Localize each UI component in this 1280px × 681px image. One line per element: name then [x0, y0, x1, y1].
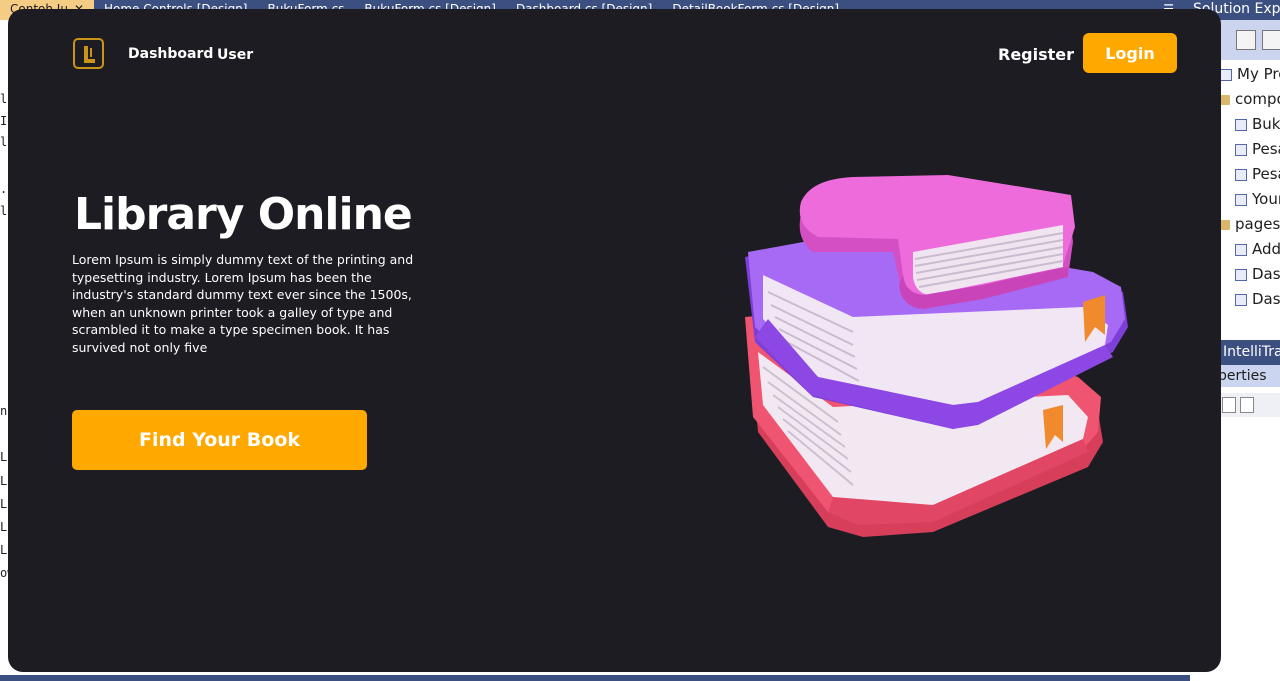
solution-tree-label: Add	[1252, 240, 1280, 258]
nav-user-link[interactable]: User	[217, 47, 253, 63]
library-app-window: Dashboard User Register Login Library On…	[8, 9, 1221, 672]
file-icon	[1235, 293, 1247, 306]
find-your-book-button[interactable]: Find Your Book	[72, 410, 367, 470]
solution-tree-label: Dash	[1252, 265, 1280, 283]
solution-tree-label: Buku	[1252, 115, 1280, 133]
category-icon[interactable]	[1240, 397, 1254, 413]
library-logo-icon[interactable]	[73, 38, 104, 69]
file-icon	[1235, 193, 1247, 206]
solution-tree-label: Pesa	[1252, 165, 1280, 183]
file-icon	[1235, 243, 1247, 256]
solution-tree-label: Your	[1252, 190, 1280, 208]
refresh-icon[interactable]	[1262, 30, 1280, 50]
solution-tree-label: compo	[1235, 90, 1280, 108]
solution-tree-label: Dash	[1252, 290, 1280, 308]
hero-description: Lorem Ipsum is simply dummy text of the …	[72, 252, 414, 355]
stacked-books-illustration	[745, 175, 1128, 537]
solution-tree-label: Pesa	[1252, 140, 1280, 158]
solution-tree-label: pages	[1235, 215, 1280, 233]
solution-tree-label: My Pro	[1237, 65, 1280, 83]
file-icon	[1220, 68, 1232, 81]
file-icon	[1235, 118, 1247, 131]
file-icon	[1235, 268, 1247, 281]
ide-status-bar	[0, 675, 1190, 681]
register-link[interactable]: Register	[998, 45, 1074, 64]
file-icon	[1235, 168, 1247, 181]
sort-icon[interactable]	[1222, 397, 1236, 413]
copy-icon[interactable]	[1236, 30, 1256, 50]
folder-icon	[1220, 219, 1230, 230]
nav-dashboard-link[interactable]: Dashboard	[128, 46, 213, 62]
file-icon	[1235, 143, 1247, 156]
login-button[interactable]: Login	[1083, 33, 1177, 73]
folder-icon	[1220, 94, 1230, 105]
hero-title: Library Online	[74, 189, 413, 240]
